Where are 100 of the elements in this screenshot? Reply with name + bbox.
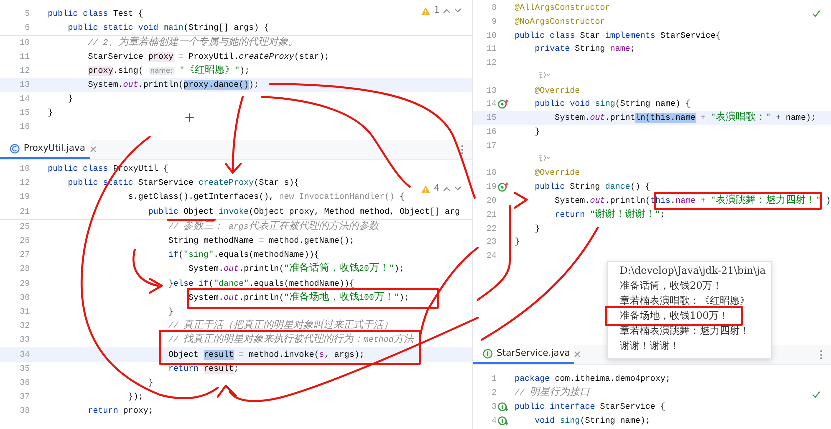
line-number: 24 (486, 250, 497, 264)
code-line: void sing(String name); (534, 415, 651, 428)
code-line: } (67, 93, 74, 106)
line-number: 15 (18, 107, 30, 120)
warning-count: 1 (434, 6, 440, 16)
code-line: s.getClass().getInterfaces(), new InvocationHandler() { (127, 191, 405, 204)
line-number: 16 (18, 121, 30, 134)
code-line: } (534, 126, 540, 140)
check-icon (812, 391, 821, 399)
close-icon[interactable] (90, 146, 96, 153)
line-number: 10 (18, 163, 30, 176)
warning-icon (421, 6, 432, 16)
line-number: 21 (486, 208, 497, 222)
code-line: if("sing".equals(methodName)){ (168, 249, 320, 262)
line-number: 37 (18, 391, 30, 404)
code-line: // 参数三： args代表正在被代理的方法的参数 (168, 220, 379, 234)
code-line: private String name; (534, 43, 636, 56)
code-line: package com.itheima.demo4proxy; (514, 373, 671, 386)
class-icon (10, 144, 20, 154)
more-icon[interactable] (460, 144, 464, 154)
inlay-hint-icon (538, 154, 550, 162)
line-number: 27 (18, 249, 30, 262)
line-number: 6 (24, 22, 30, 35)
override-icon (498, 182, 510, 192)
line-number: 19 (18, 191, 30, 204)
line-number: 8 (490, 2, 497, 15)
code-line: } (148, 376, 154, 390)
code-line: // 明星行为接口 (514, 386, 590, 400)
line-number: 13 (486, 84, 497, 98)
line-number: 14 (18, 93, 30, 106)
code-line: }else if("dance".equals(methodName)){ (168, 278, 355, 291)
code-line: System.out.println("准备场地，收钱100万！"); (188, 290, 410, 305)
code-line: public void sing(String name) { (534, 98, 691, 112)
code-line: @Override (534, 84, 580, 98)
override-icon (498, 99, 510, 110)
chevron-up-icon (442, 186, 451, 192)
line-number: 11 (18, 51, 30, 64)
code-line: System.out.println("准备话筒，收钱20万！"); (188, 262, 404, 276)
code-line: } (47, 107, 54, 120)
console-line: 准备话筒，收钱20万！ (620, 280, 724, 294)
check-icon (812, 10, 821, 18)
console-line: 章若楠表演跳舞：魅力四射！ (620, 325, 751, 339)
code-line: String methodName = method.getName(); (168, 235, 355, 248)
warning-icon (421, 184, 432, 194)
line-number: 4 (490, 415, 497, 428)
line-number: 10 (18, 37, 30, 50)
line-number: 10 (486, 30, 497, 42)
console-line: 章若楠表演唱歌：《红昭愿》 (620, 294, 751, 309)
line-number: 21 (18, 206, 30, 219)
line-number: 23 (486, 236, 497, 250)
code-line: public static void main(String[] args) { (67, 22, 270, 35)
code-line: public Object invoke(Object proxy, Method method, Object[] arg (148, 206, 460, 219)
line-number: 17 (486, 140, 497, 153)
line-number: 11 (486, 43, 497, 56)
code-line: public String dance() { (534, 181, 651, 194)
line-number: 20 (486, 195, 497, 208)
code-line: // 找真正的明星对象来执行被代理的行为：method方法 (168, 333, 414, 348)
chevron-down-icon (454, 186, 462, 192)
code-line: } (534, 222, 540, 236)
code-line: @AllArgsConstructor (514, 2, 610, 15)
console-line: 准备场地，收钱100万！ (620, 310, 730, 324)
code-line: // 真正干活（把真正的明星对象叫过来正式干活） (168, 319, 394, 334)
line-number: 1 (490, 373, 497, 386)
line-number: 5 (24, 8, 30, 21)
line-number: 3 (490, 401, 497, 414)
code-line: return result; (168, 362, 239, 376)
implemented-icon (498, 416, 510, 426)
code-line: System.out.println(proxy.dance()); (87, 79, 260, 92)
line-number: 12 (18, 65, 30, 78)
code-line: StarService proxy = ProxyUtil.createProxy(star); (87, 51, 330, 64)
code-line: } (514, 236, 520, 250)
line-number: 19 (486, 181, 497, 194)
line-number: 14 (486, 98, 497, 112)
line-number: 29 (18, 278, 30, 291)
line-number: 12 (486, 57, 497, 70)
more-icon[interactable] (820, 350, 823, 360)
interface-icon (482, 348, 493, 358)
chevron-down-icon (454, 8, 462, 14)
line-number: 18 (486, 167, 497, 180)
line-number: 15 (486, 112, 497, 126)
line-number: 22 (486, 222, 497, 236)
code-line: @NoArgsConstructor (514, 16, 606, 29)
editor-tab[interactable]: ProxyUtil.java (0, 140, 90, 159)
chevron-up-icon (442, 8, 451, 14)
code-line: return proxy; (87, 405, 154, 418)
line-number: 30 (18, 292, 30, 305)
console-line: D:\develop\Java\jdk-21\bin\ja (620, 265, 767, 279)
line-number: 9 (490, 16, 497, 29)
line-number: 34 (18, 348, 30, 362)
line-number: 36 (18, 376, 30, 390)
editor-tab[interactable]: StarService.java (472, 345, 574, 364)
line-number: 26 (18, 235, 30, 248)
line-number: 28 (18, 263, 30, 276)
line-number: 38 (18, 405, 30, 418)
code-line: @Override (534, 167, 580, 180)
code-line: public class Star implements StarService{ (514, 30, 721, 42)
line-number: 25 (18, 220, 30, 234)
line-number: 13 (18, 79, 30, 92)
close-icon[interactable] (574, 351, 582, 358)
line-number: 33 (18, 334, 30, 348)
